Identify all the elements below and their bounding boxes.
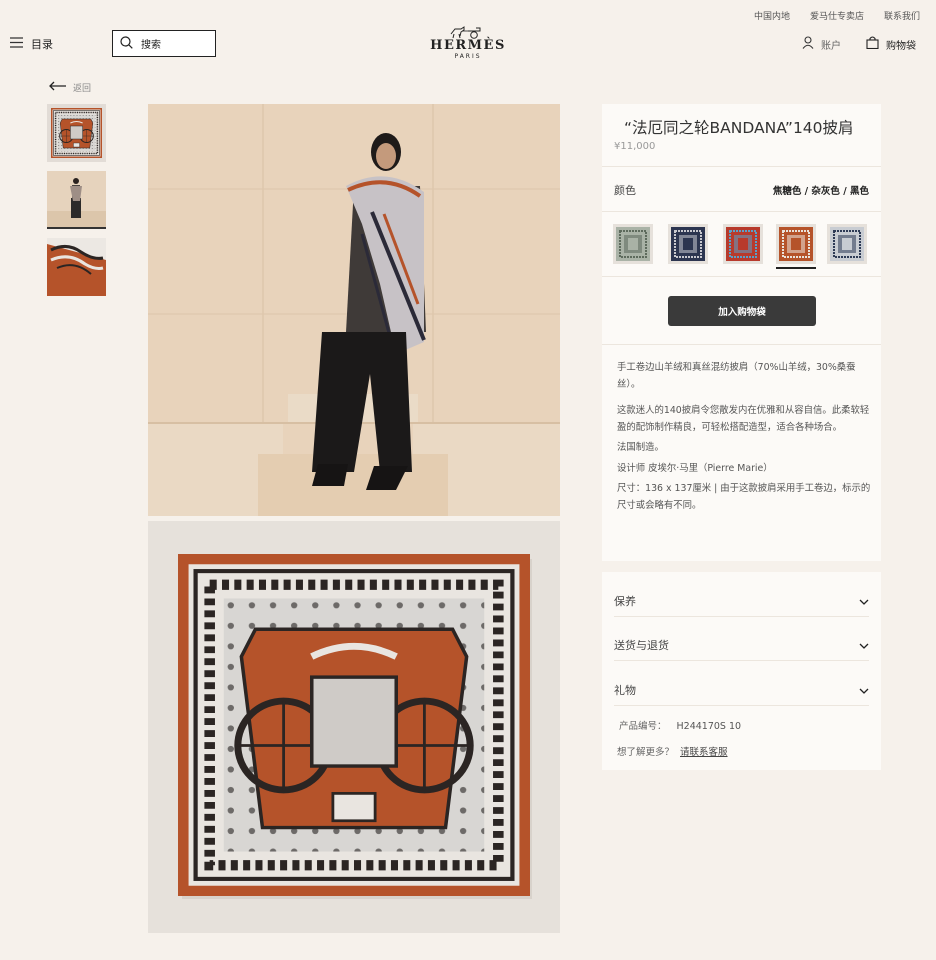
product-title: “法厄同之轮BANDANA”140披肩 xyxy=(624,119,854,137)
product-info-panel: “法厄同之轮BANDANA”140披肩 ¥11,000 颜色 焦糖色 / 杂灰色… xyxy=(602,104,881,561)
description-material: 手工卷边山羊绒和真丝混纺披肩（70%山羊绒，30%桑蚕丝）。 xyxy=(617,362,856,390)
help-text: 想了解更多？ xyxy=(617,747,675,758)
back-link[interactable]: 返回 xyxy=(48,81,91,94)
description-size: 尺寸：136 x 137厘米 | 由于这款披肩采用手工卷边，标示的尺寸或会略有不… xyxy=(617,483,871,511)
reference-label: 产品编号： xyxy=(619,721,667,732)
product-image-scarf xyxy=(148,521,560,933)
back-label: 返回 xyxy=(73,84,92,94)
product-reference: 产品编号： H244170S 10 xyxy=(619,718,741,732)
color-label: 颜色 xyxy=(614,184,636,197)
contact-service-link[interactable]: 请联系客服 xyxy=(680,747,728,758)
help-line: 想了解更多？ 请联系客服 xyxy=(617,744,728,758)
divider xyxy=(614,705,869,706)
user-icon xyxy=(802,36,814,52)
divider xyxy=(602,166,881,167)
product-image-model xyxy=(148,104,560,516)
menu-button[interactable]: 目录 xyxy=(10,36,53,52)
carriage-icon xyxy=(450,26,481,39)
thumbnail-scarf-flat[interactable] xyxy=(47,104,106,162)
bag-icon xyxy=(866,36,879,52)
utility-links: 中国内地 爱马仕专卖店 联系我们 xyxy=(754,9,920,22)
swatch-caramel[interactable] xyxy=(776,224,816,269)
logo-subtitle: PARIS xyxy=(454,53,482,60)
description-origin: 法国制造。 xyxy=(617,442,664,453)
divider xyxy=(602,276,881,277)
hamburger-icon xyxy=(10,37,23,51)
add-to-bag-button[interactable]: 加入购物袋 xyxy=(668,296,816,326)
menu-label: 目录 xyxy=(31,38,53,51)
chevron-down-icon xyxy=(859,684,869,697)
search-placeholder: 搜索 xyxy=(141,40,161,51)
description-intro: 这款迷人的140披肩令您散发内在优雅和从容自信。此柔软轻盈的配饰制作精良，可轻松… xyxy=(617,405,870,433)
swatch-red-blue[interactable] xyxy=(723,224,763,264)
logo-wordmark: HERMÈS xyxy=(430,38,506,53)
divider xyxy=(602,344,881,345)
color-value: 焦糖色 / 杂灰色 / 黑色 xyxy=(772,186,869,197)
bag-label: 购物袋 xyxy=(886,40,916,52)
swatch-grey[interactable] xyxy=(827,224,867,264)
account-link[interactable]: 账户 xyxy=(802,36,841,52)
product-price: ¥11,000 xyxy=(614,141,656,152)
search-input[interactable]: 搜索 xyxy=(112,30,216,57)
reference-value: H244170S 10 xyxy=(676,721,742,732)
divider xyxy=(614,616,869,617)
swatch-navy[interactable] xyxy=(668,224,708,264)
region-link[interactable]: 中国内地 xyxy=(754,9,790,22)
chevron-down-icon xyxy=(859,639,869,652)
accordion-label: 保养 xyxy=(614,595,636,608)
account-label: 账户 xyxy=(821,40,841,52)
shopping-bag-link[interactable]: 购物袋 xyxy=(866,36,916,52)
details-panel: 保养 送货与退货 礼物 产品编号： H244170S 10 想了解更多？ 请联系客服 xyxy=(602,572,881,770)
contact-link[interactable]: 联系我们 xyxy=(884,9,920,22)
description-designer: 设计师 皮埃尔·马里（Pierre Marie） xyxy=(617,462,773,474)
swatch-sage[interactable] xyxy=(613,224,653,264)
stores-link[interactable]: 爱马仕专卖店 xyxy=(810,9,864,22)
accordion-label: 礼物 xyxy=(614,684,636,697)
search-icon xyxy=(120,35,133,52)
chevron-down-icon xyxy=(859,595,869,608)
divider xyxy=(602,211,881,212)
brand-logo[interactable]: HERMÈS PARIS xyxy=(430,25,506,61)
arrow-left-icon xyxy=(48,81,67,94)
divider xyxy=(614,660,869,661)
thumbnail-model[interactable] xyxy=(47,171,106,229)
accordion-label: 送货与退货 xyxy=(614,639,669,652)
product-description: 手工卷边山羊绒和真丝混纺披肩（70%山羊绒，30%桑蚕丝）。 这款迷人的140披… xyxy=(617,360,875,518)
thumbnail-scarf-detail[interactable] xyxy=(47,238,106,296)
